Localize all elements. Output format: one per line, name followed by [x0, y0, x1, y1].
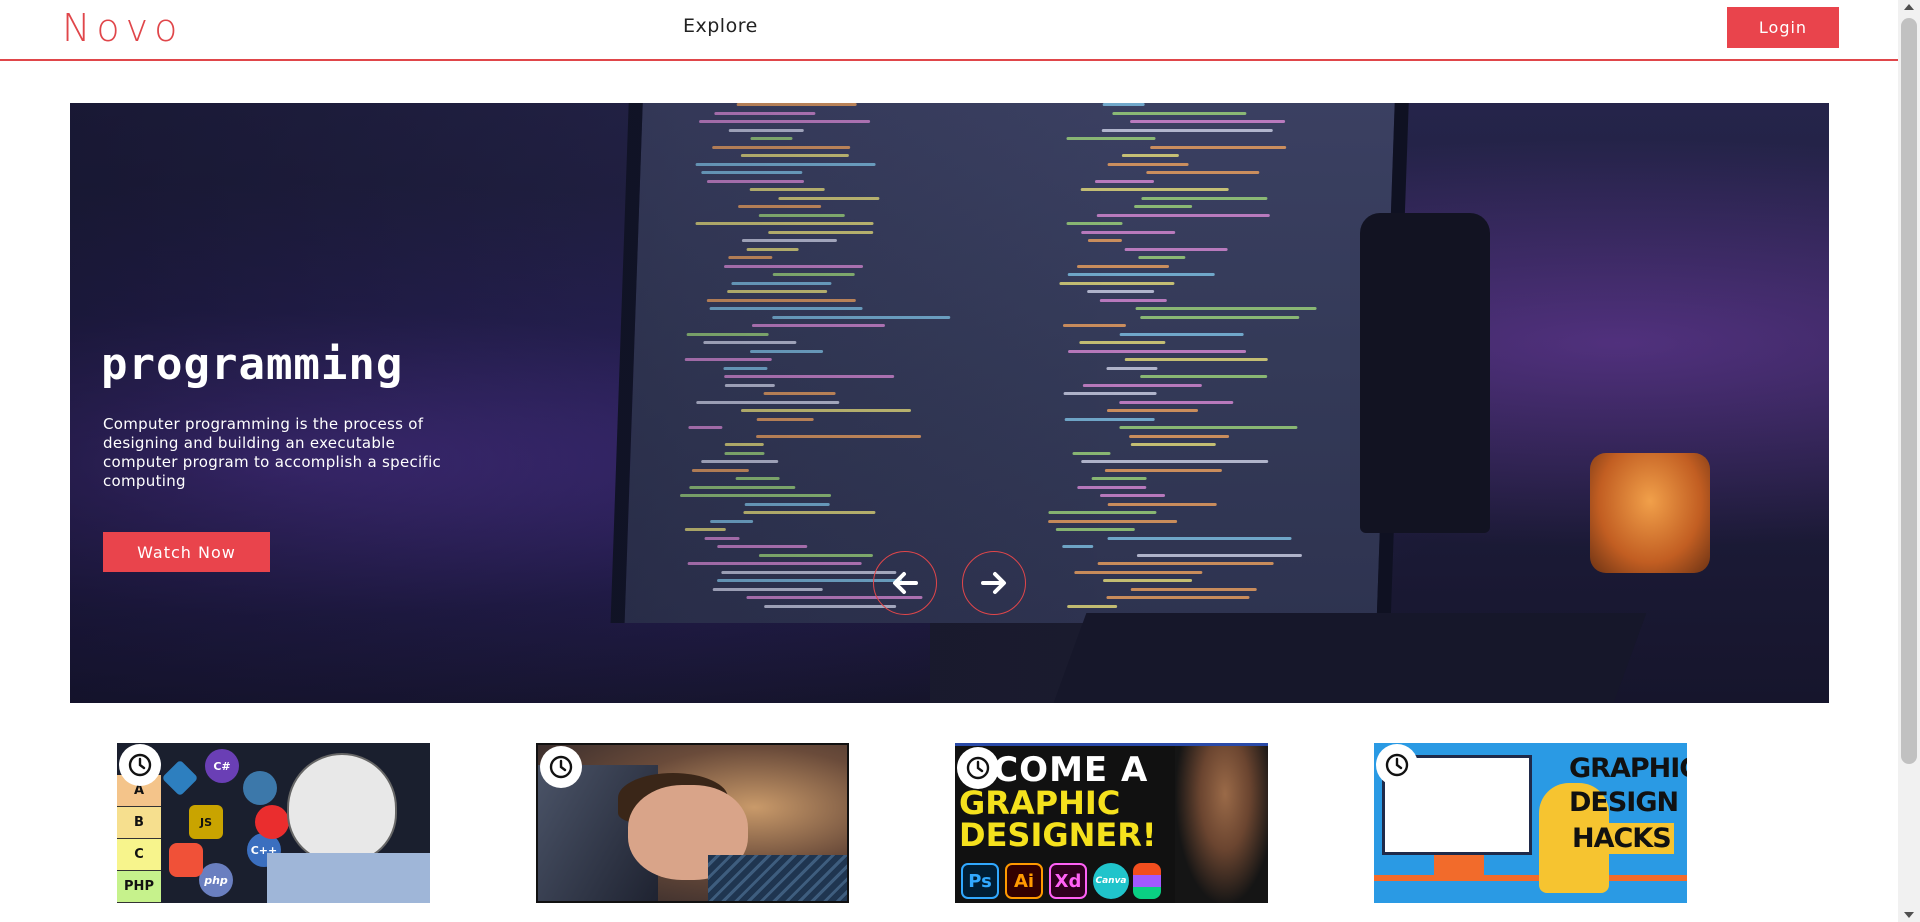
watch-later-button[interactable] [1376, 744, 1418, 786]
java-logo-icon [255, 805, 289, 839]
login-button[interactable]: Login [1727, 7, 1839, 48]
hero-carousel: programming Computer programming is the … [70, 103, 1829, 703]
clock-icon [549, 755, 573, 779]
hero-title: programming [101, 339, 404, 390]
video-thumbnail[interactable]: A B C PHP C# JS C++ php [117, 743, 430, 903]
page-scrollbar[interactable] [1898, 0, 1920, 922]
thumbnail-headline: GRAPHIC [1569, 753, 1687, 784]
swift-logo-icon [169, 843, 203, 877]
video-thumbnail[interactable] [536, 743, 849, 903]
brand-logo[interactable]: Novo [62, 6, 183, 50]
hero-description: Computer programming is the process of d… [103, 415, 442, 490]
scroll-up-arrow-icon[interactable] [1904, 4, 1914, 10]
arrow-right-icon [981, 572, 1006, 594]
watch-later-button[interactable] [540, 746, 582, 788]
xd-logo-icon: Xd [1049, 863, 1087, 899]
carousel-prev-button[interactable] [873, 551, 937, 615]
top-navbar: Novo Explore Login [0, 0, 1898, 61]
person-image [1175, 746, 1268, 903]
scroll-down-arrow-icon[interactable] [1904, 912, 1914, 918]
clock-icon [1385, 753, 1409, 777]
video-thumbnail[interactable]: ECOME A GRAPHIC DESIGNER! Ps Ai Xd Canva [955, 743, 1268, 903]
clock-icon [966, 756, 990, 780]
watch-later-button[interactable] [119, 744, 161, 786]
canva-logo-icon: Canva [1093, 863, 1129, 899]
php-logo-icon: php [199, 863, 233, 897]
thumbnail-headline: DESIGNER! [959, 816, 1157, 854]
photoshop-logo-icon: Ps [961, 863, 999, 899]
thumbnail-headline: DESIGN [1569, 787, 1679, 818]
tier-label: C [117, 839, 161, 871]
watch-now-button[interactable]: Watch Now [103, 532, 270, 572]
csharp-logo-icon: C# [205, 749, 239, 783]
figma-logo-icon [1133, 863, 1161, 899]
thumbnail-headline: HACKS [1569, 823, 1674, 854]
tier-label: B [117, 807, 161, 839]
video-thumbnail[interactable]: GRAPHIC DESIGN HACKS [1374, 743, 1687, 903]
javascript-logo-icon: JS [189, 805, 223, 839]
wojak-face-image [287, 753, 397, 863]
nav-explore-link[interactable]: Explore [683, 15, 758, 37]
tier-label: PHP [117, 871, 161, 903]
carousel-next-button[interactable] [962, 551, 1026, 615]
arrow-left-icon [893, 572, 918, 594]
scrollbar-thumb[interactable] [1901, 18, 1917, 764]
illustrator-logo-icon: Ai [1005, 863, 1043, 899]
dart-logo-icon [161, 759, 199, 797]
clock-icon [128, 753, 152, 777]
python-logo-icon [243, 771, 277, 805]
watch-later-button[interactable] [957, 747, 999, 789]
